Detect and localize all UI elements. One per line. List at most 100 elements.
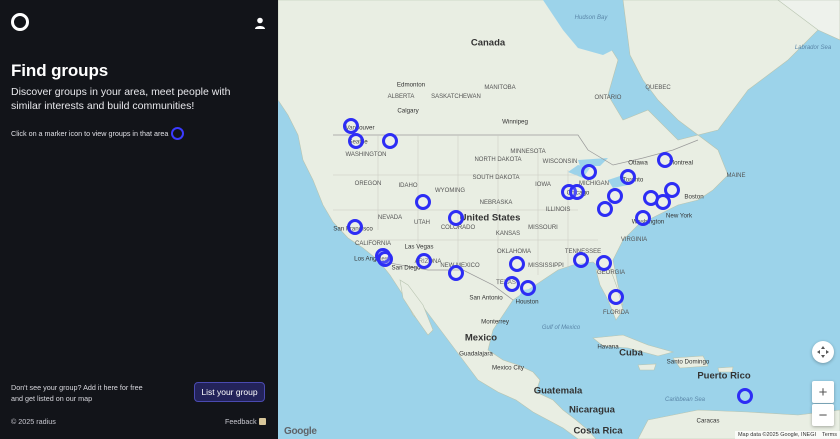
feedback-link[interactable]: Feedback: [225, 417, 266, 426]
map-label-guatemala: Guatemala: [533, 385, 583, 397]
map-label-georgia: GEORGIA: [596, 270, 626, 276]
map-label-idaho: IDAHO: [398, 183, 418, 189]
jamaica-landmass: [637, 363, 657, 371]
group-marker[interactable]: [509, 256, 525, 272]
group-marker[interactable]: [377, 251, 393, 267]
group-marker[interactable]: [608, 289, 624, 305]
page-subtitle: Discover groups in your area, meet peopl…: [11, 86, 231, 112]
group-marker[interactable]: [520, 280, 536, 296]
map-label-santo-domingo: Santo Domingo: [666, 358, 710, 366]
map-label-caracas: Caracas: [696, 417, 720, 425]
map-label-mississippi: MISSISSIPPI: [528, 263, 564, 269]
map-label-virginia: VIRGINIA: [620, 237, 648, 243]
map-label-gulf: Gulf of Mexico: [541, 325, 581, 331]
map-label-new-york: New York: [665, 212, 693, 220]
map-label-mexico-city: Mexico City: [492, 364, 524, 372]
map-label-colorado: COLORADO: [440, 225, 476, 231]
crosshair-icon: [817, 346, 829, 358]
map-label-utah: UTAH: [414, 220, 430, 226]
sidebar: Find groups Discover groups in your area…: [0, 0, 278, 439]
map-label-mexico: Mexico: [464, 332, 498, 344]
map-label-guadalajara: Guadalajara: [459, 350, 493, 358]
map-label-minnesota: MINNESOTA: [510, 149, 546, 155]
group-marker[interactable]: [620, 169, 636, 185]
list-your-group-button[interactable]: List your group: [194, 382, 265, 402]
map-label-missouri: MISSOURI: [528, 225, 558, 231]
map[interactable]: Hudson Bay Labrador Sea Canada Edmonton …: [278, 0, 840, 439]
group-marker[interactable]: [635, 210, 651, 226]
map-label-monterrey: Monterrey: [481, 318, 509, 326]
radius-logo-icon[interactable]: [11, 13, 29, 31]
map-label-nebraska: NEBRASKA: [479, 200, 513, 206]
map-label-michigan: MICHIGAN: [579, 181, 609, 187]
map-label-north-dakota: NORTH DAKOTA: [474, 157, 522, 163]
map-label-costa-rica: Costa Rica: [573, 425, 623, 437]
google-logo: Google: [284, 426, 317, 437]
map-label-saskatchewan: SASKATCHEWAN: [431, 94, 481, 100]
group-marker[interactable]: [569, 184, 585, 200]
map-label-florida: FLORIDA: [602, 310, 630, 316]
user-icon[interactable]: [253, 16, 267, 30]
map-label-illinois: ILLINOIS: [545, 207, 571, 213]
map-label-south-dakota: SOUTH DAKOTA: [472, 175, 520, 181]
group-marker[interactable]: [657, 152, 673, 168]
marker-ring-icon: [171, 127, 185, 140]
map-label-oregon: OREGON: [354, 181, 382, 187]
map-label-ontario: ONTARIO: [594, 95, 622, 101]
group-marker[interactable]: [348, 133, 364, 149]
feedback-label: Feedback: [225, 417, 257, 426]
map-label-winnipeg: Winnipeg: [502, 118, 528, 126]
marker-hint: Click on a marker icon to view groups in…: [11, 127, 185, 140]
map-label-houston: Houston: [515, 298, 539, 306]
terms-link[interactable]: Terms: [822, 432, 837, 438]
group-marker[interactable]: [596, 255, 612, 271]
map-label-edmonton: Edmonton: [396, 81, 426, 89]
map-label-calgary: Calgary: [397, 107, 419, 115]
map-label-ottawa: Ottawa: [628, 159, 648, 167]
group-marker[interactable]: [581, 164, 597, 180]
map-label-wyoming: WYOMING: [435, 188, 465, 194]
note-icon: [258, 418, 266, 425]
map-label-alberta: ALBERTA: [387, 94, 415, 100]
map-label-nicaragua: Nicaragua: [569, 404, 615, 416]
group-marker[interactable]: [347, 219, 363, 235]
map-label-maine: MAINE: [726, 173, 746, 179]
map-label-oklahoma: OKLAHOMA: [496, 249, 532, 255]
map-label-caribbean: Caribbean Sea: [664, 397, 706, 403]
map-label-wisconsin: WISCONSIN: [542, 159, 578, 165]
map-label-boston: Boston: [684, 193, 704, 201]
map-label-cuba: Cuba: [619, 347, 643, 359]
map-label-nevada: NEVADA: [377, 215, 403, 221]
locate-me-button[interactable]: [812, 341, 834, 363]
map-label-havana: Havana: [597, 343, 619, 351]
zoom-in-button[interactable]: +: [812, 381, 834, 403]
group-marker[interactable]: [448, 265, 464, 281]
group-marker[interactable]: [504, 276, 520, 292]
group-marker[interactable]: [382, 133, 398, 149]
map-land: [278, 0, 840, 439]
map-label-iowa: IOWA: [535, 182, 551, 188]
group-marker[interactable]: [737, 388, 753, 404]
map-label-quebec: QUEBEC: [645, 85, 671, 91]
group-marker[interactable]: [573, 252, 589, 268]
group-marker[interactable]: [343, 118, 359, 134]
map-label-labrador-sea: Labrador Sea: [794, 45, 832, 51]
list-group-prompt: Don't see your group? Add it here for fr…: [11, 383, 143, 403]
map-label-washington: WASHINGTON: [345, 152, 387, 158]
map-label-canada: Canada: [470, 37, 506, 49]
map-label-san-antonio: San Antonio: [469, 294, 503, 302]
attribution-text: Map data ©2025 Google, INEGI: [737, 432, 817, 438]
group-marker[interactable]: [664, 182, 680, 198]
map-attribution: Map data ©2025 Google, INEGI Terms: [734, 431, 840, 439]
zoom-out-button[interactable]: −: [812, 404, 834, 426]
group-marker[interactable]: [416, 253, 432, 269]
group-marker[interactable]: [597, 201, 613, 217]
page-title: Find groups: [11, 61, 109, 80]
map-label-manitoba: MANITOBA: [484, 85, 516, 91]
group-marker[interactable]: [415, 194, 431, 210]
map-label-united-states: United States: [459, 212, 521, 224]
group-marker[interactable]: [448, 210, 464, 226]
map-label-san-diego: San Diego: [391, 264, 421, 272]
map-label-kansas: KANSAS: [495, 231, 521, 237]
map-label-las-vegas: Las Vegas: [404, 243, 434, 251]
